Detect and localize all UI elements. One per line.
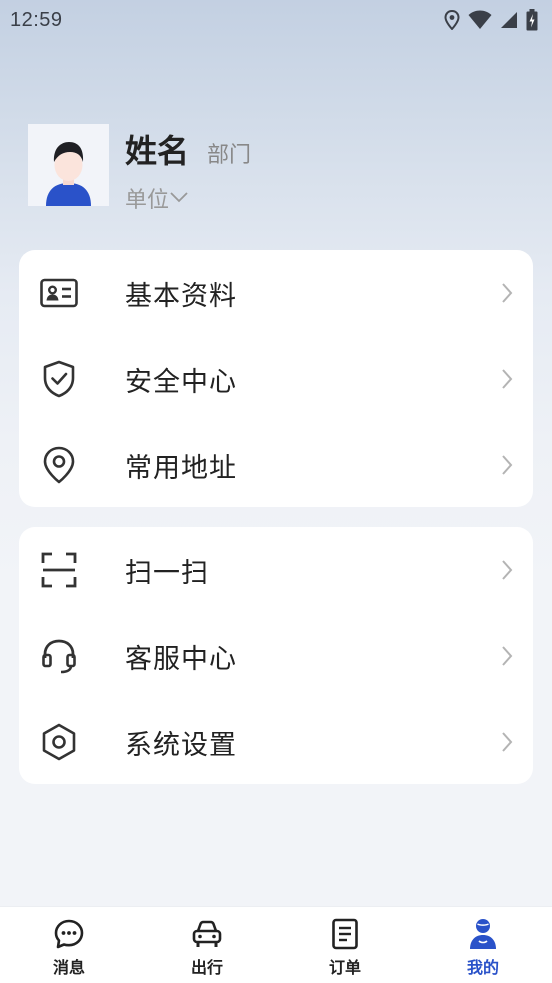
user-name: 姓名 [125,132,190,170]
tab-orders[interactable]: 订单 [276,907,414,983]
id-card-icon [39,273,79,313]
order-list-icon [328,917,362,951]
menu-item-label: 客服中心 [125,643,237,675]
user-department: 部门 [207,143,252,168]
tab-label: 消息 [52,958,85,977]
headset-icon [39,636,79,676]
menu-item-security-center[interactable]: 安全中心 [19,336,533,422]
menu-item-common-address[interactable]: 常用地址 [19,422,533,508]
menu-item-scan[interactable]: 扫一扫 [19,527,533,613]
bottom-tab-bar: 消息 出行 订单 我的 [0,906,552,983]
tab-label: 出行 [190,958,223,977]
avatar[interactable] [28,124,109,206]
battery-icon [526,9,538,31]
wifi-icon [468,10,492,30]
chevron-right-icon [501,731,515,753]
menu-item-customer-service[interactable]: 客服中心 [19,613,533,699]
chevron-right-icon [501,282,515,304]
menu-item-label: 常用地址 [125,452,237,484]
status-time: 12:59 [10,8,63,31]
menu-item-system-settings[interactable]: 系统设置 [19,699,533,785]
status-bar: 12:59 [0,0,552,40]
chevron-down-icon [169,189,189,208]
unit-selector[interactable]: 单位 [125,182,251,214]
menu-card-account: 基本资料 安全中心 常用地址 [19,250,533,507]
shield-check-icon [39,359,79,399]
menu-item-label: 基本资料 [125,280,237,312]
car-icon [190,917,224,951]
tab-travel[interactable]: 出行 [138,907,276,983]
profile-header: 姓名 部门 单位 [28,124,251,213]
scan-icon [39,550,79,590]
menu-item-label: 安全中心 [125,366,237,398]
tab-label: 我的 [466,958,499,977]
location-icon [444,10,460,30]
menu-item-label: 扫一扫 [125,557,209,589]
profile-info: 姓名 部门 单位 [125,126,251,213]
name-row: 姓名 部门 [125,126,251,172]
user-unit: 单位 [125,188,170,213]
tab-mine[interactable]: 我的 [414,907,552,983]
tab-messages[interactable]: 消息 [0,907,138,983]
chevron-right-icon [501,645,515,667]
chevron-right-icon [501,368,515,390]
menu-item-basic-info[interactable]: 基本资料 [19,250,533,336]
chevron-right-icon [501,454,515,476]
chevron-right-icon [501,559,515,581]
menu-card-tools: 扫一扫 客服中心 系统设置 [19,527,533,784]
user-icon [466,917,500,951]
settings-hexagon-icon [39,722,79,762]
location-pin-icon [39,445,79,485]
chat-bubble-icon [52,917,86,951]
status-icons [444,9,538,31]
tab-label: 订单 [328,958,361,977]
menu-item-label: 系统设置 [125,729,237,761]
signal-icon [500,11,518,29]
